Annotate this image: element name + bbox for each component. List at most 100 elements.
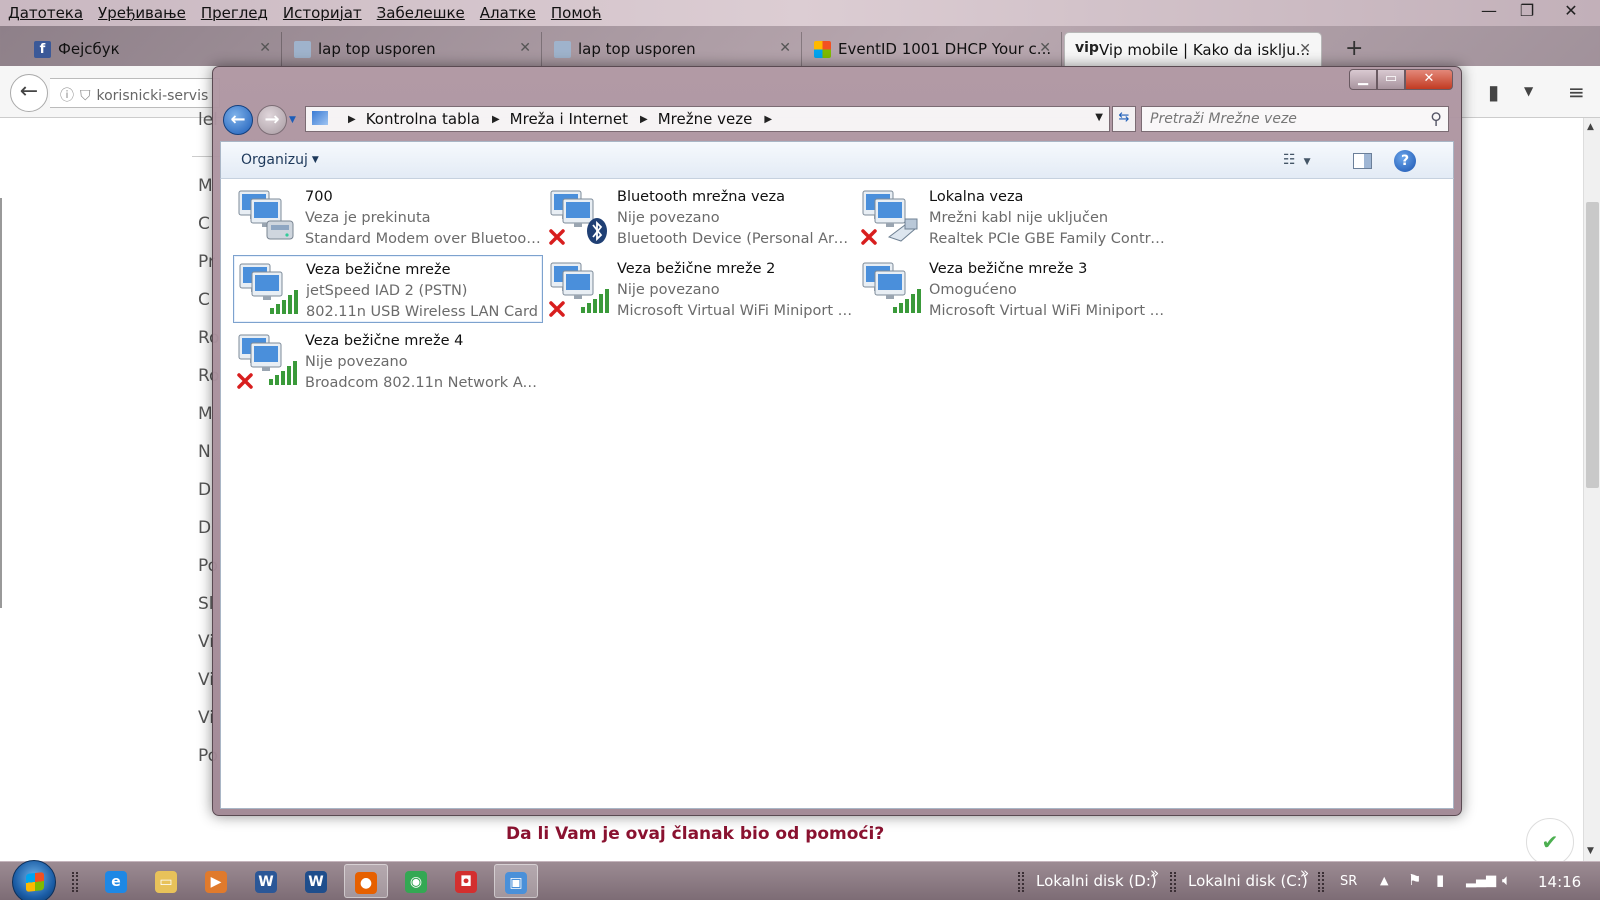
connection-text: Veza bežične mreže 4 Nije povezano Broadco… [305, 331, 541, 394]
refresh-icon[interactable]: ⇆ [1112, 106, 1136, 132]
internet-explorer-icon[interactable]: e [94, 864, 138, 898]
scroll-up-icon[interactable]: ▲ [1587, 122, 1594, 132]
connection-item[interactable]: Veza bežične mreže jetSpeed IAD 2 (PSTN) 8… [233, 255, 543, 323]
browser-maximize-button[interactable]: ❐ [1504, 0, 1550, 24]
preview-pane-icon[interactable] [1353, 153, 1372, 169]
show-hidden-icons-icon[interactable]: ▲ [1380, 874, 1388, 887]
breadcrumb-chevron-icon[interactable]: ▶ [764, 114, 772, 125]
tab-eventid[interactable]: EventID 1001 DHCP Your c... ✕ [804, 32, 1062, 66]
connection-device: Microsoft Virtual WiFi Miniport A... [617, 303, 853, 319]
action-center-flag-icon[interactable]: ⚑ [1408, 871, 1421, 889]
connection-text: Veza bežične mreže 3 Omogućeno Microsoft V… [929, 259, 1165, 322]
disconnected-x-icon [861, 229, 877, 245]
file-explorer-icon[interactable]: ▭ [144, 864, 188, 898]
connection-item[interactable]: Veza bežične mreže 3 Omogućeno Microsoft V… [857, 255, 1167, 323]
change-view-button[interactable]: ☷ ▼ [1283, 152, 1310, 168]
taskbar-grip[interactable] [72, 872, 78, 892]
network-signal-icon[interactable]: ▂▄▆ [1466, 873, 1496, 888]
dropdown-arrow-icon[interactable]: ▼ [1524, 84, 1533, 98]
breadcrumb-control-panel[interactable]: Kontrolna tabla [366, 110, 480, 128]
toolbar-expand-icon[interactable]: » [1150, 864, 1159, 882]
url-bar[interactable]: ⓘ ⛉ korisnicki-servis [50, 78, 220, 108]
browser-close-button[interactable]: ✕ [1548, 0, 1594, 24]
browser-back-button[interactable]: ← [10, 74, 48, 112]
organize-button[interactable]: Organizuj ▼ [241, 152, 319, 168]
disconnected-x-icon [549, 229, 565, 245]
connection-item[interactable]: 700 Veza je prekinuta Standard Modem over … [233, 183, 543, 251]
tab-close-icon[interactable]: ✕ [1299, 41, 1311, 57]
forward-arrow-icon[interactable]: → [257, 105, 287, 135]
maximize-button[interactable]: ▭ [1377, 69, 1405, 90]
camera-app-icon[interactable]: ◘ [444, 864, 488, 898]
hamburger-menu-icon[interactable]: ≡ [1568, 80, 1585, 104]
address-dropdown-icon[interactable]: ▼ [1095, 112, 1103, 123]
page-text-fragment: C [198, 290, 210, 310]
tab-laptop-2[interactable]: lap top usporen ✕ [544, 32, 802, 66]
tab-close-icon[interactable]: ✕ [779, 40, 791, 56]
view-details-icon: ☷ [1283, 152, 1296, 168]
word-doc-icon[interactable]: W [294, 864, 338, 898]
taskbar-grip[interactable] [1318, 872, 1324, 892]
minimize-button[interactable]: ▁ [1349, 69, 1377, 90]
tab-title: Vip mobile | Kako da isklju... [1099, 41, 1311, 59]
menu-file[interactable]: Датотека [0, 0, 90, 22]
scrollbar-thumb[interactable] [1586, 202, 1599, 488]
connection-item[interactable]: Veza bežične mreže 2 Nije povezano Microso… [545, 255, 855, 323]
start-button[interactable] [12, 860, 56, 900]
close-button[interactable]: ✕ [1405, 69, 1453, 90]
taskbar-grip[interactable] [1018, 872, 1024, 892]
menu-tools[interactable]: Алатке [472, 0, 543, 22]
chevron-down-icon: ▼ [311, 155, 319, 165]
scroll-down-icon[interactable]: ▼ [1587, 846, 1594, 856]
connection-item[interactable]: Lokalna veza Mrežni kabl nije uključen Rea… [857, 183, 1167, 251]
breadcrumb-network-connections[interactable]: Mrežne veze [658, 110, 753, 128]
menu-bookmarks[interactable]: Забелешке [369, 0, 472, 22]
connection-name: Veza bežične mreže [306, 262, 451, 278]
info-icon[interactable]: ⓘ [60, 88, 74, 104]
tracking-shield-icon[interactable]: ⛉ [80, 88, 91, 104]
tab-laptop-1[interactable]: lap top usporen ✕ [284, 32, 542, 66]
search-icon[interactable]: ⚲ [1430, 109, 1442, 128]
language-indicator[interactable]: SR [1340, 874, 1357, 889]
menu-view[interactable]: Преглед [193, 0, 275, 22]
breadcrumb-chevron-icon[interactable]: ▶ [492, 114, 500, 125]
menu-history[interactable]: Историјат [275, 0, 369, 22]
toolbar-disk-c[interactable]: Lokalni disk (C:) [1188, 872, 1308, 890]
network-adapter-icon [237, 334, 297, 389]
tab-vip-mobile[interactable]: vip Vip mobile | Kako da isklju... ✕ [1064, 32, 1322, 66]
tab-facebook[interactable]: f Фејсбук ✕ [24, 32, 282, 66]
search-input[interactable]: Pretraži Mrežne veze ⚲ [1141, 106, 1449, 132]
address-bar[interactable]: ▶ Kontrolna tabla ▶ Mreža i Internet ▶ Mrežne… [305, 106, 1110, 132]
tab-close-icon[interactable]: ✕ [259, 40, 271, 56]
menu-edit[interactable]: Уређивање [90, 0, 193, 22]
network-connections-icon[interactable]: ▣ [494, 864, 538, 898]
back-arrow-icon[interactable]: ← [223, 105, 253, 135]
firefox-icon[interactable]: ● [344, 864, 388, 898]
tab-close-icon[interactable]: ✕ [1039, 40, 1051, 56]
chrome-icon[interactable]: ◉ [394, 864, 438, 898]
clock[interactable]: 14:16 [1538, 873, 1581, 891]
page-scrollbar[interactable]: ▲ ▼ [1583, 118, 1600, 861]
breadcrumb-chevron-icon[interactable]: ▶ [640, 114, 648, 125]
connection-item[interactable]: Bluetooth mrežna veza Nije povezano Blueto… [545, 183, 855, 251]
media-player-icon[interactable]: ▶ [194, 864, 238, 898]
recent-pages-icon[interactable]: ▼ [289, 115, 296, 125]
page-text-fragment: C [198, 214, 210, 234]
connection-item[interactable]: Veza bežične mreže 4 Nije povezano Broadco… [233, 327, 543, 395]
volume-icon[interactable]: 🔈︎ [1502, 871, 1511, 889]
connection-name: 700 [305, 189, 333, 205]
new-tab-button[interactable]: + [1345, 36, 1363, 61]
word-icon[interactable]: W [244, 864, 288, 898]
taskbar-grip[interactable] [1170, 872, 1176, 892]
menu-help[interactable]: Помоћ [543, 0, 609, 22]
security-shield-icon[interactable]: ✔ [1526, 818, 1574, 866]
clipboard-icon[interactable]: ▮ [1488, 80, 1499, 104]
device-icon[interactable]: ▮ [1436, 871, 1444, 889]
tab-close-icon[interactable]: ✕ [519, 40, 531, 56]
breadcrumb-network-internet[interactable]: Mreža i Internet [510, 110, 628, 128]
breadcrumb-chevron-icon[interactable]: ▶ [348, 114, 356, 125]
help-icon[interactable]: ? [1394, 150, 1416, 172]
connection-text: Veza bežične mreže 2 Nije povezano Microso… [617, 259, 853, 322]
toolbar-disk-d[interactable]: Lokalni disk (D:) [1036, 872, 1157, 890]
toolbar-expand-icon[interactable]: » [1300, 864, 1309, 882]
